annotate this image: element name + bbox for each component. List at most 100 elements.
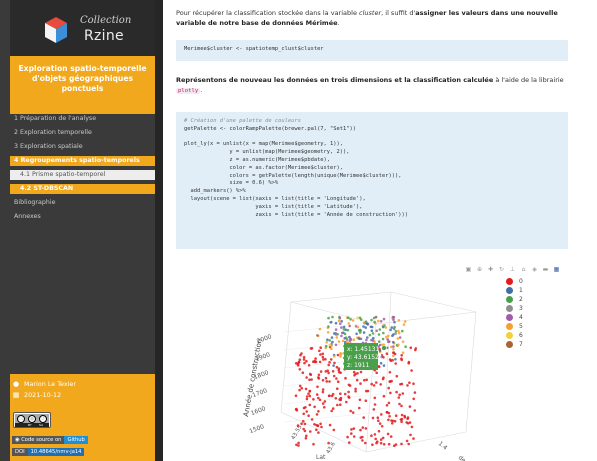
scatter-point (325, 341, 328, 344)
toc-item-bibliography[interactable]: Bibliographie (0, 198, 155, 208)
user-icon: ● (12, 380, 20, 388)
reset-icon[interactable]: ⌂ (520, 266, 527, 273)
legend-item[interactable]: 6 (506, 332, 546, 341)
scatter-point (409, 346, 413, 349)
scatter-point (303, 361, 306, 365)
hover-icon[interactable]: ◈ (531, 266, 538, 273)
scatter-point (339, 392, 342, 395)
scatter-point (339, 403, 342, 406)
toc-item-clustering[interactable]: 4 Regroupements spatio-temporels (10, 156, 155, 166)
toc-item-annexes[interactable]: Annexes (0, 212, 155, 222)
toc-item-spatial[interactable]: 3 Exploration spatiale (0, 142, 155, 152)
scatter-point (359, 370, 363, 374)
scatter-point (385, 410, 389, 414)
scatter-point (349, 409, 352, 413)
legend-item[interactable]: 3 (506, 305, 546, 314)
orbit-icon[interactable]: ↻ (498, 266, 505, 273)
scatter-point (393, 325, 396, 329)
scatter-point (339, 371, 342, 374)
scatter-point (401, 340, 405, 343)
brand-header[interactable]: Collection Rzine (10, 0, 155, 56)
scatter-point (377, 429, 381, 433)
scatter-point (378, 340, 381, 343)
scatter-point (394, 358, 397, 361)
scatter-point (386, 334, 390, 338)
scatter-point (412, 437, 415, 440)
scatter-point (307, 364, 311, 367)
book-title[interactable]: Exploration spatio-temporelle d'objets g… (10, 56, 155, 114)
legend-item[interactable]: 7 (506, 341, 546, 350)
scatter-point (321, 378, 325, 382)
doi-badge[interactable]: DOI 10.48645/nmv-ja14 (12, 448, 85, 456)
scatter-point (321, 390, 325, 394)
legend-item[interactable]: 5 (506, 323, 546, 332)
scatter-point (338, 398, 341, 401)
scatter-point (406, 384, 409, 387)
p1-variable: cluster (359, 9, 382, 17)
github-badge[interactable]: ◉ Code source on Github (12, 436, 88, 444)
scatter-point (314, 357, 317, 360)
scatter-point (334, 343, 338, 347)
legend-item[interactable]: 4 (506, 314, 546, 323)
legend-item[interactable]: 0 (506, 278, 546, 287)
code-line: y = unlist(map(Merimee$geometry, 2)), (184, 149, 350, 156)
scatter-point (344, 336, 348, 339)
scatter-point (405, 439, 409, 443)
scatter-point (343, 392, 347, 396)
scatter-point (316, 385, 319, 389)
scatter-point (336, 353, 340, 357)
scatter-point (343, 332, 347, 336)
plotly-3d-scatter[interactable]: ▣ ⊕ ✚ ↻ ⊥ ⌂ ◈ ▬ ▦ 2000 1900 1800 1700 1600 1500 Année … (176, 262, 568, 461)
toc-item-temporal[interactable]: 2 Exploration temporelle (0, 128, 155, 138)
cc-license-badge[interactable]: cc ● ↺ BY SA (13, 412, 51, 428)
cc-badge-top: cc ● ↺ (15, 414, 49, 423)
scatter-point (324, 376, 328, 380)
scatter-point (297, 441, 300, 445)
scatter-point (345, 400, 348, 404)
scatter-point (341, 339, 345, 343)
scatter-3d-canvas[interactable]: 200019001800170016001500Année de constru… (176, 262, 496, 461)
sidebar: Collection Rzine Exploration spatio-temp… (0, 0, 155, 461)
scatter-point (407, 362, 410, 365)
scatter-point (302, 358, 306, 361)
scatter-point (340, 334, 343, 338)
scatter-point (317, 396, 320, 400)
scatter-point (330, 347, 333, 351)
scatter-point (354, 387, 357, 391)
scatter-point (403, 320, 407, 323)
scatter-point (412, 397, 415, 401)
tooltip-x: x: 1.45131 (347, 346, 379, 353)
plotly-logo-icon[interactable]: ▦ (553, 266, 560, 273)
scatter-point (370, 382, 373, 386)
toc-subitem-prism[interactable]: 4.1 Prisme spatio-temporel (10, 170, 155, 180)
scatter-point (324, 370, 328, 373)
toc-subitem-stdbscan[interactable]: 4.2 ST-DBSCAN (10, 184, 155, 194)
legend-item[interactable]: 1 (506, 287, 546, 296)
scatter-point (347, 395, 350, 398)
scatter-point (310, 378, 313, 381)
scatter-point (348, 384, 352, 387)
scatter-point (297, 360, 301, 364)
legend-marker (506, 332, 513, 339)
toc-item-preparation[interactable]: 1 Préparation de l'analyse (0, 114, 155, 124)
scatter-point (400, 442, 403, 446)
scatter-point (404, 345, 407, 348)
scatter-point (374, 315, 378, 319)
code-block-plotly[interactable]: # Création d'une palette de couleurs getP… (176, 112, 568, 249)
scatter-point (327, 441, 330, 445)
scatter-point (375, 381, 378, 384)
scatter-point (319, 422, 322, 426)
scatter-point (400, 382, 404, 386)
scatter-point (297, 444, 300, 447)
code-block-assign[interactable]: Merimee$cluster <- spatiotemp_clust$clus… (176, 40, 568, 61)
scatter-point (352, 427, 356, 430)
legend-label: 6 (519, 332, 523, 339)
turntable-icon[interactable]: ⊥ (509, 266, 516, 273)
scatter-point (379, 441, 383, 445)
scatter-point (316, 334, 319, 337)
scatter-point (388, 371, 392, 374)
legend-item[interactable]: 2 (506, 296, 546, 305)
scatter-point (304, 387, 308, 391)
spike-icon[interactable]: ▬ (542, 266, 549, 273)
scatter-point (334, 321, 338, 325)
